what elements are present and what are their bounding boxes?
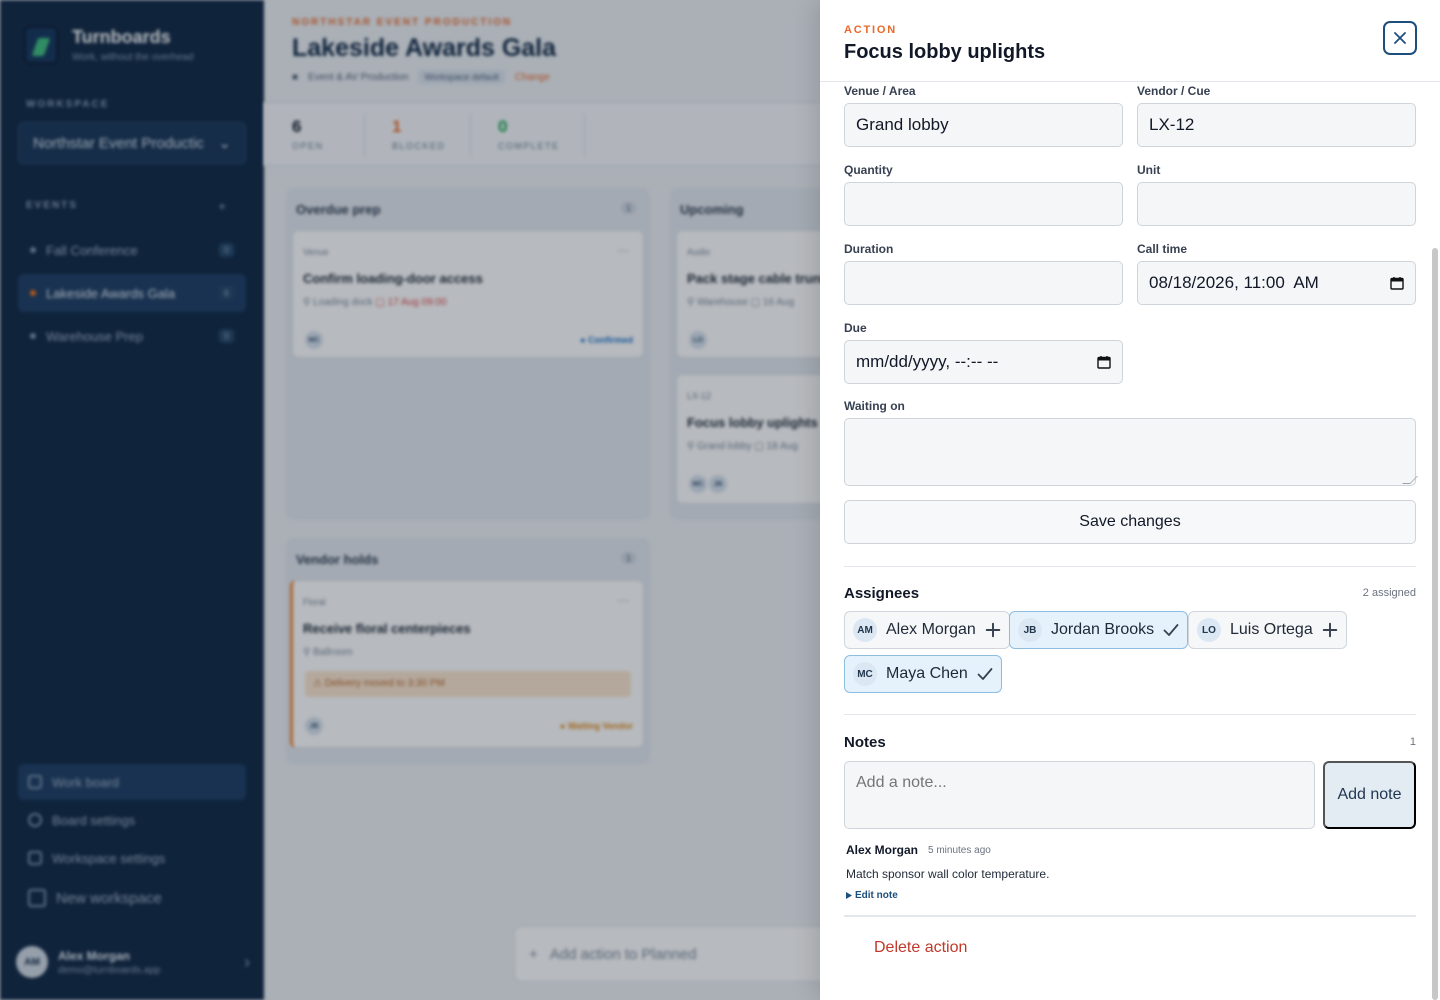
assignee-name: Maya Chen <box>886 665 968 682</box>
note-text: Match sponsor wall color temperature. <box>846 867 1050 881</box>
assignee-chip-luis-ortega[interactable]: LO Luis Ortega <box>1188 611 1347 649</box>
vendor-input[interactable]: LX-12 <box>1137 103 1416 147</box>
plus-icon <box>985 622 1001 638</box>
waiting-label: Waiting on <box>844 399 905 413</box>
assignees-title: Assignees <box>844 585 920 602</box>
note-textarea[interactable] <box>844 761 1315 829</box>
note-timestamp: 5 minutes ago <box>928 845 991 856</box>
edit-note-toggle[interactable]: Edit note <box>846 890 898 901</box>
avatar: LO <box>1197 618 1221 642</box>
assignees-count: 2 assigned <box>1362 587 1416 599</box>
waiting-textarea[interactable] <box>844 418 1416 486</box>
duration-label: Duration <box>844 242 894 256</box>
calltime-value: 08/18/2026, 11:00 AM <box>1149 273 1319 292</box>
due-value: mm/dd/yyyy, --:-- -- <box>856 352 999 371</box>
unit-label: Unit <box>1137 163 1161 177</box>
avatar: MC <box>853 662 877 686</box>
venue-label: Venue / Area <box>844 84 916 98</box>
duration-input[interactable] <box>844 261 1123 305</box>
notes-count: 1 <box>1409 736 1416 748</box>
edit-note-label: Edit note <box>855 890 898 901</box>
modal-backdrop[interactable] <box>0 0 820 1000</box>
assignee-chip-alex-morgan[interactable]: AM Alex Morgan <box>844 611 1010 649</box>
delete-action-button[interactable]: Delete action <box>874 939 967 957</box>
drawer-header: ACTION Focus lobby uplights <box>820 0 1440 82</box>
quantity-label: Quantity <box>844 163 893 177</box>
add-note-button[interactable]: Add note <box>1323 761 1416 829</box>
save-button[interactable]: Save changes <box>844 500 1416 544</box>
due-input[interactable]: mm/dd/yyyy, --:-- -- <box>844 340 1123 384</box>
calendar-icon[interactable] <box>1390 276 1404 290</box>
unit-input[interactable] <box>1137 182 1416 226</box>
calltime-input[interactable]: 08/18/2026, 11:00 AM <box>1137 261 1416 305</box>
divider <box>844 566 1416 567</box>
action-drawer: ACTION Focus lobby uplights Venue / Area… <box>820 0 1440 1000</box>
plus-icon <box>1322 622 1337 638</box>
venue-input[interactable]: Grand lobby <box>844 103 1123 147</box>
vendor-label: Vendor / Cue <box>1137 84 1211 98</box>
assignee-chip-maya-chen[interactable]: MC Maya Chen <box>844 655 1002 693</box>
check-icon <box>1163 624 1179 636</box>
assignee-name: Jordan Brooks <box>1051 621 1155 638</box>
close-icon <box>1394 32 1406 44</box>
close-button[interactable] <box>1383 21 1417 55</box>
avatar: JB <box>1018 618 1042 642</box>
assignee-name: Alex Morgan <box>886 621 976 638</box>
drawer-title: Focus lobby uplights <box>844 41 1046 63</box>
caret-right-icon <box>846 892 852 899</box>
calltime-label: Call time <box>1137 242 1188 256</box>
avatar: AM <box>853 618 877 642</box>
due-label: Due <box>844 321 867 335</box>
assignee-chip-jordan-brooks[interactable]: JB Jordan Brooks <box>1009 611 1189 649</box>
check-icon <box>977 668 993 680</box>
scrollbar[interactable] <box>1432 248 1438 1000</box>
divider <box>844 714 1416 715</box>
divider <box>844 915 1416 917</box>
quantity-input[interactable] <box>844 182 1123 226</box>
assignee-name: Luis Ortega <box>1230 621 1313 638</box>
drawer-eyebrow: ACTION <box>844 24 897 36</box>
note-author: Alex Morgan <box>846 843 919 857</box>
notes-title: Notes <box>844 734 886 751</box>
calendar-icon[interactable] <box>1097 355 1111 369</box>
